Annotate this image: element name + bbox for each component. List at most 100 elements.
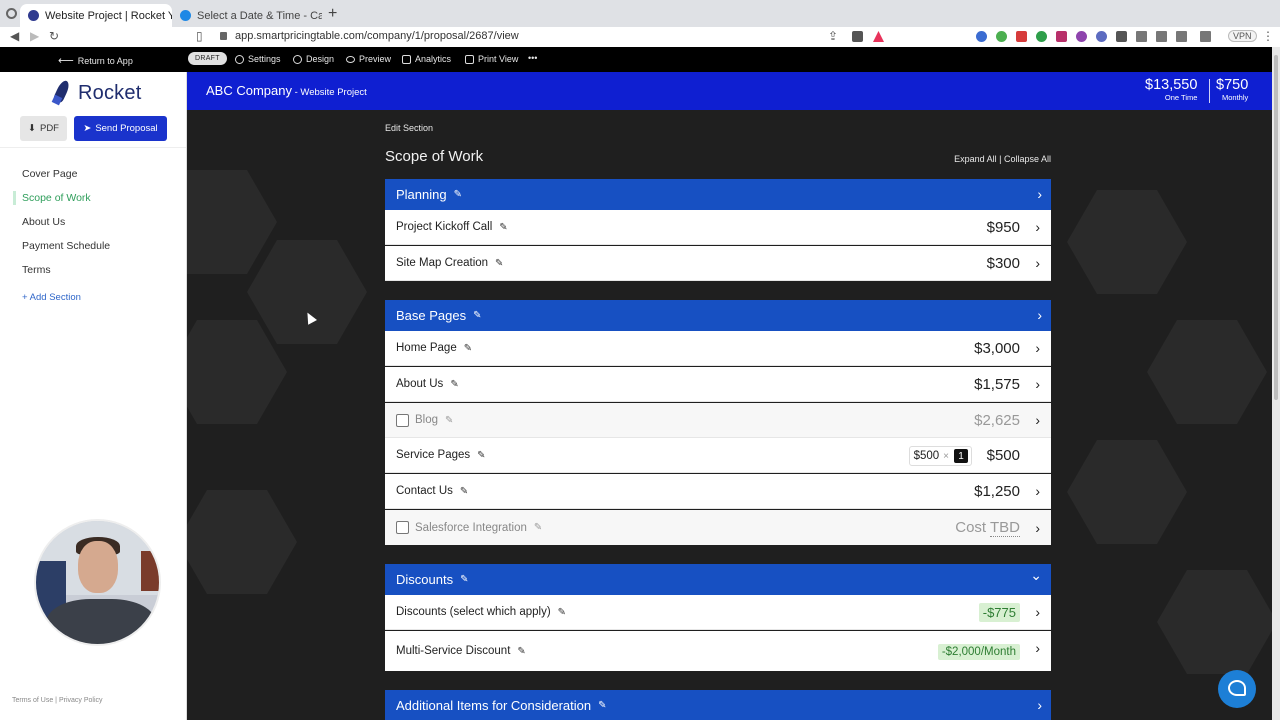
pencil-icon[interactable]: ✎ bbox=[477, 450, 485, 461]
brave-shield-icon[interactable] bbox=[852, 31, 863, 42]
line-item-optional[interactable]: Salesforce Integration ✎ Cost TBD › bbox=[385, 510, 1051, 545]
times-sign: × bbox=[943, 450, 949, 462]
chevron-down-icon[interactable]: ⌄ bbox=[1030, 567, 1042, 584]
chevron-right-icon[interactable]: › bbox=[1035, 520, 1040, 536]
line-item-discount[interactable]: Multi-Service Discount ✎ -$2,000/Month › bbox=[385, 631, 1051, 671]
chevron-right-icon[interactable]: › bbox=[1035, 604, 1040, 620]
chevron-right-icon[interactable]: › bbox=[1035, 640, 1040, 656]
url-field[interactable]: app.smartpricingtable.com/company/1/prop… bbox=[220, 30, 519, 42]
pencil-icon[interactable]: ✎ bbox=[454, 189, 462, 200]
forward-icon[interactable]: ▶ bbox=[30, 29, 39, 43]
new-tab-button[interactable]: + bbox=[328, 5, 337, 23]
extension-2-icon[interactable] bbox=[996, 31, 1007, 42]
pdf-button[interactable]: ⬇ PDF bbox=[20, 116, 67, 141]
back-icon[interactable]: ◀ bbox=[10, 29, 19, 43]
return-to-app-link[interactable]: ⟵ Return to App bbox=[58, 54, 133, 67]
chevron-right-icon[interactable]: › bbox=[1035, 483, 1040, 499]
preview-button[interactable]: Preview bbox=[346, 54, 391, 64]
pencil-icon[interactable]: ✎ bbox=[460, 574, 468, 585]
quantity-input[interactable]: 1 bbox=[954, 449, 968, 463]
wallet-icon[interactable] bbox=[1200, 31, 1211, 42]
chevron-right-icon[interactable]: › bbox=[1035, 340, 1040, 356]
line-item-optional[interactable]: Blog ✎ $2,625 › bbox=[385, 403, 1051, 438]
chevron-right-icon[interactable]: › bbox=[1035, 376, 1040, 392]
extension-7-icon[interactable] bbox=[1096, 31, 1107, 42]
quantity-stepper[interactable]: $500 × 1 bbox=[908, 446, 972, 466]
design-button[interactable]: Design bbox=[293, 54, 334, 64]
section-header-additional-items[interactable]: Additional Items for Consideration ✎ › bbox=[385, 690, 1051, 720]
section-label: Additional Items for Consideration bbox=[396, 697, 592, 713]
pencil-icon[interactable]: ✎ bbox=[473, 310, 481, 321]
sidebar-toggle-icon[interactable] bbox=[1176, 31, 1187, 42]
section-header-planning[interactable]: Planning ✎ › bbox=[385, 179, 1051, 210]
print-view-button[interactable]: Print View bbox=[465, 54, 518, 64]
pencil-icon[interactable]: ✎ bbox=[499, 222, 507, 233]
expand-collapse-links[interactable]: Expand All | Collapse All bbox=[954, 154, 1051, 164]
price-tbd: TBD bbox=[990, 519, 1020, 537]
sidebar-item-cover-page[interactable]: Cover Page bbox=[22, 168, 77, 180]
print-label: Print View bbox=[478, 54, 519, 64]
sidebar-item-payment-schedule[interactable]: Payment Schedule bbox=[22, 240, 110, 252]
line-item[interactable]: Home Page ✎ $3,000 › bbox=[385, 331, 1051, 366]
reload-icon[interactable]: ↻ bbox=[49, 29, 59, 43]
line-item[interactable]: Service Pages ✎ $500 × 1 $500 bbox=[385, 438, 1051, 473]
pencil-icon[interactable]: ✎ bbox=[450, 379, 458, 390]
extension-3-icon[interactable] bbox=[1016, 31, 1027, 42]
share-icon[interactable]: ⇪ bbox=[828, 29, 838, 43]
sidebar-item-scope-of-work[interactable]: Scope of Work bbox=[22, 192, 91, 204]
chevron-right-icon[interactable]: › bbox=[1037, 186, 1042, 202]
page-scrollbar[interactable] bbox=[1272, 47, 1280, 720]
item-checkbox[interactable] bbox=[396, 413, 409, 427]
download-icon[interactable] bbox=[1156, 31, 1167, 42]
line-item[interactable]: Project Kickoff Call ✎ $950 › bbox=[385, 210, 1051, 245]
line-item[interactable]: Contact Us ✎ $1,250 › bbox=[385, 474, 1051, 509]
browser-tab-active[interactable]: Website Project | Rocket You A... × bbox=[20, 4, 172, 27]
extensions-puzzle-icon[interactable] bbox=[1116, 31, 1127, 42]
extension-1-icon[interactable] bbox=[976, 31, 987, 42]
line-item[interactable]: Site Map Creation ✎ $300 › bbox=[385, 246, 1051, 281]
more-menu-button[interactable]: ••• bbox=[528, 53, 537, 63]
settings-button[interactable]: Settings bbox=[235, 54, 281, 64]
section-header-discounts[interactable]: Discounts ✎ ⌄ bbox=[385, 564, 1051, 595]
send-proposal-button[interactable]: ➤ Send Proposal bbox=[74, 116, 167, 141]
add-section-link[interactable]: + Add Section bbox=[22, 292, 81, 303]
vpn-button[interactable]: VPN bbox=[1228, 30, 1257, 42]
bookmark-icon[interactable]: ▯ bbox=[196, 29, 203, 43]
item-price: $500 bbox=[986, 446, 1020, 464]
chevron-right-icon[interactable]: › bbox=[1035, 255, 1040, 271]
pencil-icon[interactable]: ✎ bbox=[460, 486, 468, 497]
extension-4-icon[interactable] bbox=[1036, 31, 1047, 42]
line-item[interactable]: About Us ✎ $1,575 › bbox=[385, 367, 1051, 402]
chevron-right-icon[interactable]: › bbox=[1035, 219, 1040, 235]
tab-search-icon[interactable] bbox=[6, 8, 17, 19]
line-item-discount[interactable]: Discounts (select which apply) ✎ -$775 › bbox=[385, 595, 1051, 630]
pencil-icon[interactable]: ✎ bbox=[558, 607, 566, 618]
logo[interactable]: Rocket bbox=[51, 78, 141, 106]
browser-tab-calendly[interactable]: Select a Date & Time - Calendly bbox=[172, 4, 322, 27]
chevron-right-icon[interactable]: › bbox=[1037, 697, 1042, 713]
section-header-base-pages[interactable]: Base Pages ✎ › bbox=[385, 300, 1051, 331]
pencil-icon[interactable]: ✎ bbox=[534, 522, 542, 533]
extension-6-icon[interactable] bbox=[1076, 31, 1087, 42]
sidebar-item-terms[interactable]: Terms bbox=[22, 264, 51, 276]
chevron-right-icon[interactable]: › bbox=[1037, 307, 1042, 323]
extension-5-icon[interactable] bbox=[1056, 31, 1067, 42]
pencil-icon[interactable]: ✎ bbox=[517, 646, 525, 657]
pencil-icon[interactable]: ✎ bbox=[495, 258, 503, 269]
reading-list-icon[interactable] bbox=[1136, 31, 1147, 42]
edit-section-link[interactable]: Edit Section bbox=[385, 123, 433, 133]
pencil-icon[interactable]: ✎ bbox=[445, 415, 453, 426]
menu-icon[interactable]: ⋮ bbox=[1262, 29, 1274, 43]
legal-links[interactable]: Terms of Use | Privacy Policy bbox=[12, 697, 103, 704]
brave-rewards-icon[interactable] bbox=[873, 31, 884, 42]
sidebar-item-about-us[interactable]: About Us bbox=[22, 216, 65, 228]
favicon-icon bbox=[180, 10, 191, 21]
pencil-icon[interactable]: ✎ bbox=[598, 700, 606, 711]
chat-widget-button[interactable] bbox=[1218, 670, 1256, 708]
item-checkbox[interactable] bbox=[396, 521, 409, 534]
chevron-right-icon[interactable]: › bbox=[1035, 412, 1040, 428]
preview-icon bbox=[346, 55, 355, 63]
settings-label: Settings bbox=[248, 54, 281, 64]
analytics-button[interactable]: Analytics bbox=[402, 54, 451, 64]
pencil-icon[interactable]: ✎ bbox=[464, 343, 472, 354]
